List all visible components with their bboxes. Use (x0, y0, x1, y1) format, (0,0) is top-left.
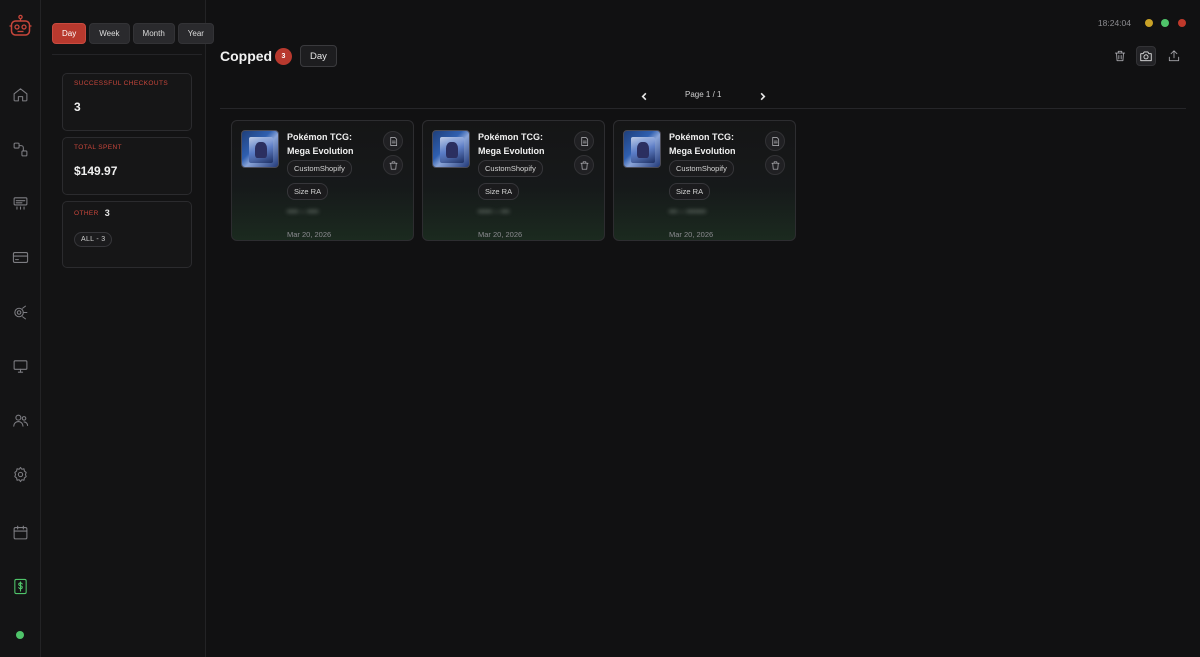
total-spent-card: TOTAL SPENT $149.97 (62, 137, 192, 195)
pagination: Page 1 / 1 (206, 89, 1200, 103)
product-title: Pokémon TCG: Mega Evolution (478, 132, 545, 156)
checkout-card[interactable]: Pokémon TCG: Mega Evolution CustomShopif… (422, 120, 605, 241)
checkout-date: Mar 20, 2026 (287, 230, 332, 239)
store-chip: CustomShopify (669, 160, 734, 177)
store-chip: CustomShopify (478, 160, 543, 177)
export-icon[interactable] (1164, 46, 1184, 66)
period-day-button[interactable]: Day (52, 23, 87, 44)
store-chip: CustomShopify (287, 160, 352, 177)
checkout-date: Mar 20, 2026 (669, 230, 714, 239)
period-selector: Day Week Month Year (52, 23, 214, 44)
document-icon[interactable] (383, 131, 403, 151)
dollar-icon[interactable] (11, 577, 30, 596)
other-label: OTHER (74, 209, 99, 217)
product-title: Pokémon TCG: Mega Evolution (287, 132, 354, 156)
redacted-details: ••• – ••••••• (669, 207, 706, 216)
users-icon[interactable] (11, 411, 30, 430)
trash-icon[interactable] (383, 155, 403, 175)
checkouts-card: SUCCESSFUL CHECKOUTS 3 (62, 73, 192, 131)
robot-logo-icon (8, 14, 33, 39)
proxy-icon[interactable] (11, 303, 30, 322)
checkouts-label: SUCCESSFUL CHECKOUTS (74, 80, 169, 87)
other-card: OTHER 3 ALL - 3 (62, 201, 192, 268)
maximize-button[interactable] (1161, 19, 1169, 27)
redacted-details: •••• – •••• (287, 207, 319, 216)
checkout-card[interactable]: Pokémon TCG: Mega Evolution CustomShopif… (613, 120, 796, 241)
trash-icon[interactable] (574, 155, 594, 175)
period-week-button[interactable]: Week (89, 23, 130, 44)
document-icon[interactable] (574, 131, 594, 151)
chevron-right-icon[interactable] (755, 89, 769, 103)
card-icon[interactable] (11, 248, 30, 267)
redacted-details: ••••• – ••• (478, 207, 510, 216)
clock: 18:24:04 (1097, 18, 1131, 28)
stats-panel: Day Week Month Year SUCCESSFUL CHECKOUTS… (41, 0, 214, 657)
gear-icon[interactable] (11, 465, 30, 484)
count-badge: 3 (275, 48, 292, 65)
checkout-card[interactable]: Pokémon TCG: Mega Evolution CustomShopif… (231, 120, 414, 241)
period-filter-button[interactable]: Day (300, 45, 337, 67)
size-chip: Size RA (478, 183, 520, 200)
product-image (241, 130, 279, 168)
other-count: 3 (104, 208, 110, 218)
tasks-icon[interactable] (11, 194, 30, 213)
home-icon[interactable] (11, 85, 30, 104)
divider (220, 108, 1186, 109)
page-indicator: Page 1 / 1 (685, 90, 722, 99)
monitor-icon[interactable] (11, 357, 30, 376)
connection-status-dot (16, 631, 24, 639)
document-icon[interactable] (765, 131, 785, 151)
page-title: Copped (220, 48, 273, 64)
camera-icon[interactable] (1136, 46, 1156, 66)
checkout-date: Mar 20, 2026 (478, 230, 523, 239)
size-chip: Size RA (287, 183, 329, 200)
period-month-button[interactable]: Month (132, 23, 175, 44)
divider (52, 54, 202, 55)
size-chip: Size RA (669, 183, 711, 200)
main-content: 18:24:04 Copped 3 Day Page 1 / 1 Pokémon… (206, 0, 1200, 657)
calendar-icon[interactable] (11, 523, 30, 542)
flow-icon[interactable] (11, 140, 30, 159)
minimize-button[interactable] (1145, 19, 1153, 27)
chevron-left-icon[interactable] (637, 89, 651, 103)
icon-rail (0, 0, 41, 657)
product-image (432, 130, 470, 168)
total-spent-label: TOTAL SPENT (74, 144, 122, 151)
product-title: Pokémon TCG: Mega Evolution (669, 132, 736, 156)
product-image (623, 130, 661, 168)
trash-icon[interactable] (765, 155, 785, 175)
total-spent-value: $149.97 (74, 164, 118, 178)
checkouts-value: 3 (74, 100, 81, 114)
all-filter-chip[interactable]: ALL - 3 (74, 232, 113, 247)
trash-icon[interactable] (1110, 46, 1130, 66)
close-button[interactable] (1178, 19, 1186, 27)
